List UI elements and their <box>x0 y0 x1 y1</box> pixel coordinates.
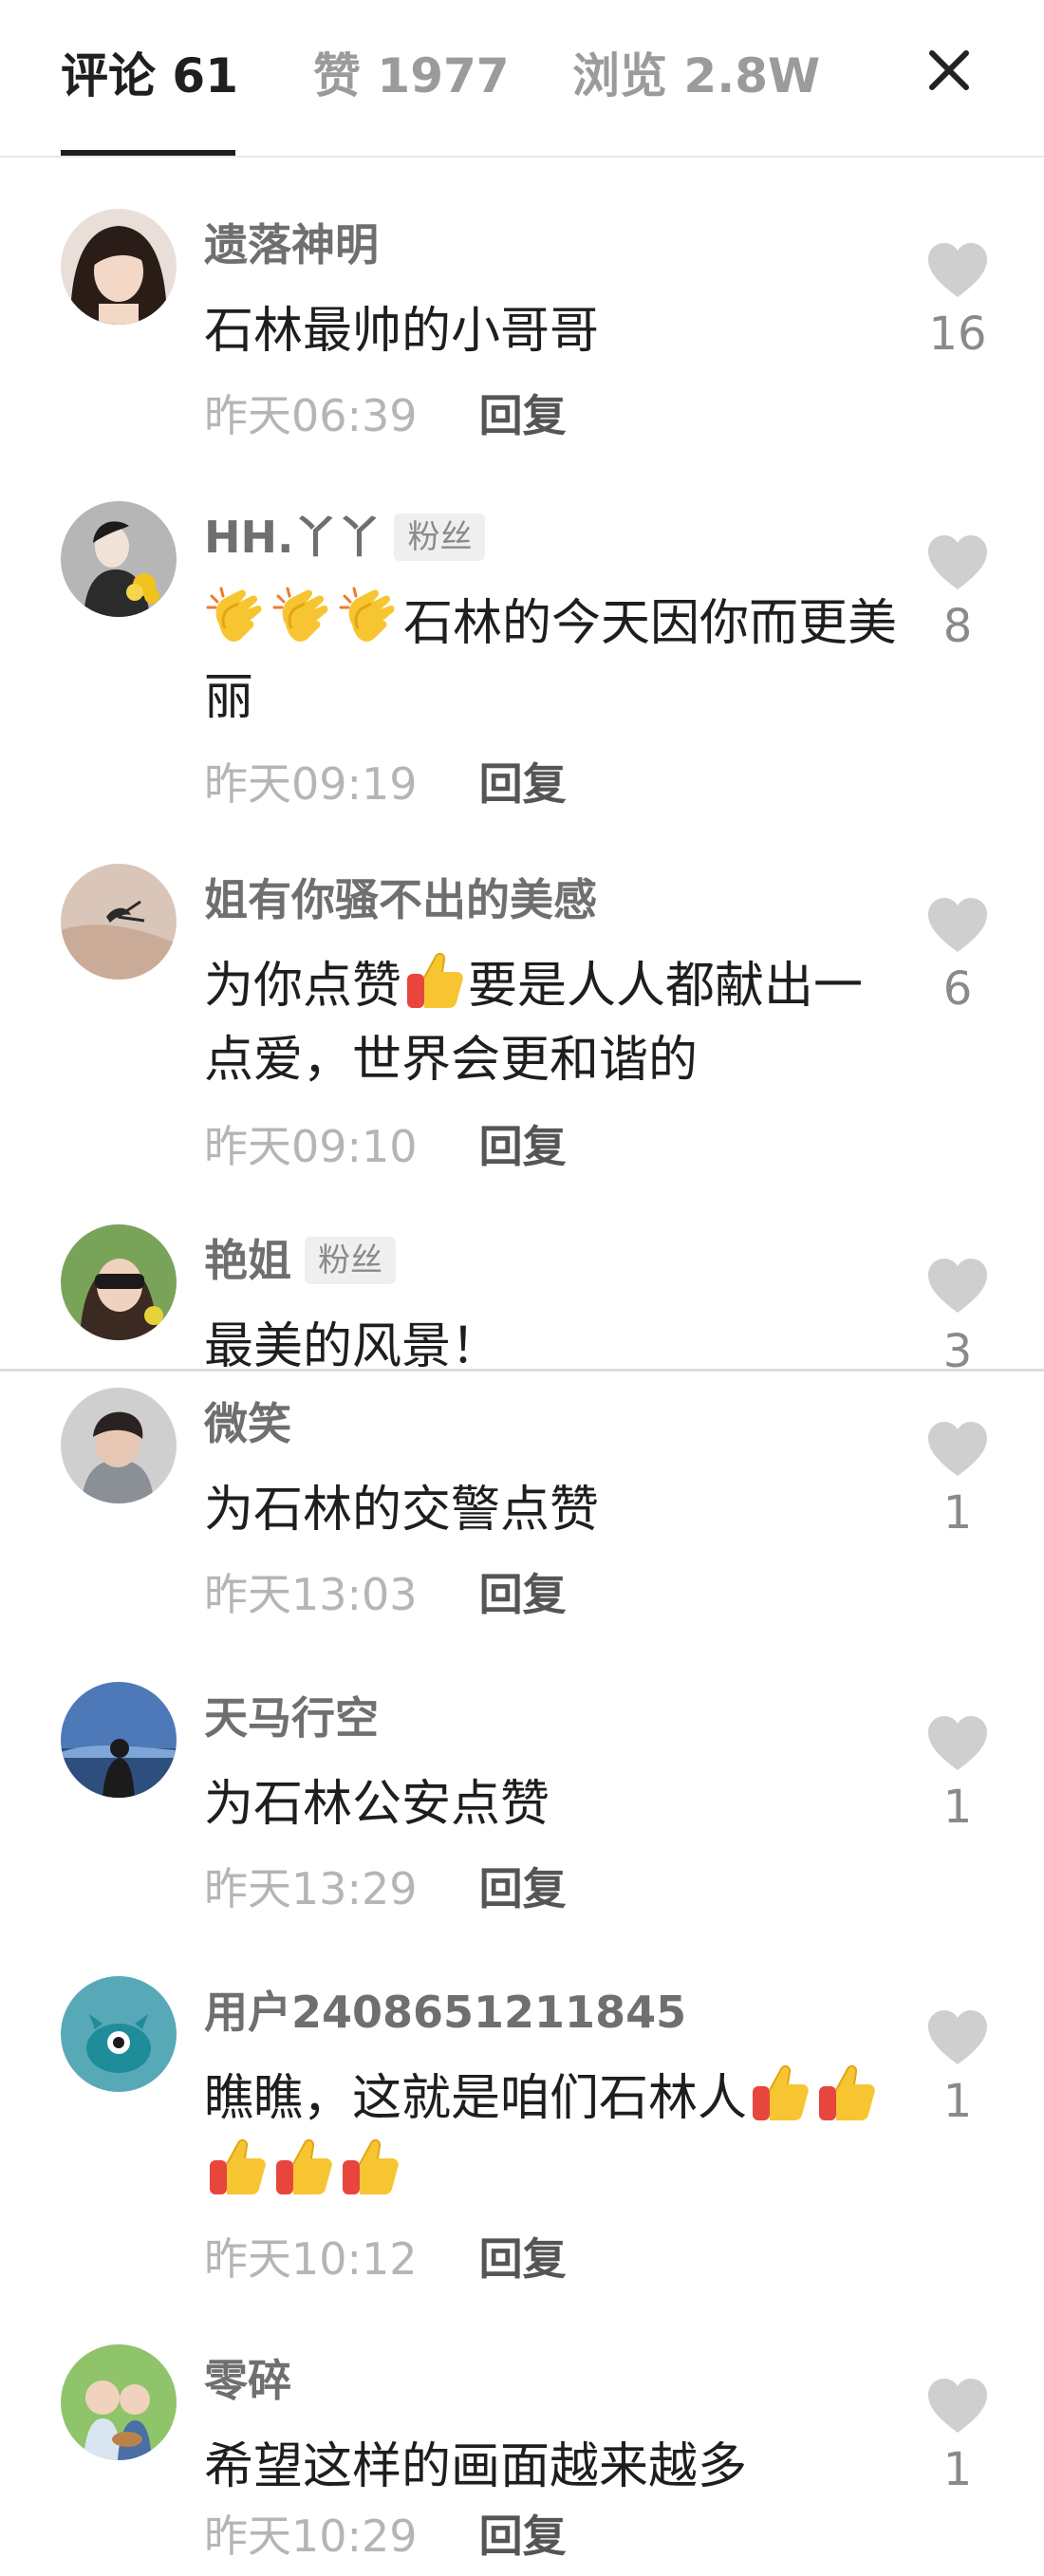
thumbs-up-icon <box>339 2136 401 2198</box>
comment-time: 昨天10:29 <box>204 2511 418 2562</box>
comment-text: 最美的风景！ <box>204 1318 501 1369</box>
tab-comments[interactable]: 评论 61 <box>61 46 238 106</box>
name-row: 微笑 <box>204 1395 291 1452</box>
comment-meta: 昨天09:10 回复 <box>204 1116 567 1177</box>
clapping-hands-icon <box>339 587 401 649</box>
like-count: 16 <box>928 308 987 361</box>
avatar[interactable] <box>61 2344 177 2460</box>
comment-tabs: 评论 61 赞 1977 浏览 2.8W <box>0 0 1044 158</box>
heart-icon[interactable] <box>926 1258 989 1315</box>
heart-icon[interactable] <box>926 1421 989 1478</box>
username[interactable]: 微笑 <box>204 1395 291 1452</box>
avatar[interactable] <box>61 864 177 980</box>
username[interactable]: 零碎 <box>204 2352 291 2409</box>
comment-text-body: 为你点赞 <box>204 958 402 1015</box>
heart-icon[interactable] <box>926 2009 989 2066</box>
active-tab-indicator <box>61 150 235 156</box>
comment-time: 昨天06:39 <box>204 390 418 441</box>
tab-likes[interactable]: 赞 1977 <box>313 46 510 106</box>
avatar[interactable] <box>61 209 177 325</box>
name-row: HH.丫丫 粉丝 <box>204 509 486 566</box>
comment-time: 昨天09:19 <box>204 758 418 810</box>
heart-icon[interactable] <box>926 242 989 299</box>
close-button[interactable] <box>919 40 979 101</box>
username[interactable]: 艳姐 <box>204 1232 291 1289</box>
clapping-hands-icon <box>206 587 269 649</box>
heart-icon[interactable] <box>926 1715 989 1772</box>
username[interactable]: HH.丫丫 <box>204 509 381 566</box>
name-row: 用户2408651211845 <box>204 1984 686 2041</box>
comment-meta: 昨天10:12 回复 <box>204 2229 567 2289</box>
comment-text: 希望这样的画面越来越多 <box>204 2438 748 2495</box>
comment-meta: 昨天13:03 回复 <box>204 1564 567 1625</box>
comment-meta: 昨天13:29 回复 <box>204 1858 567 1919</box>
comment-text: 为石林公安点赞 <box>204 1776 550 1833</box>
heart-icon[interactable] <box>926 2378 989 2435</box>
comment-text: 为石林的交警点赞 <box>204 1482 600 1539</box>
comment-time: 昨天13:03 <box>204 1569 418 1620</box>
reply-button[interactable]: 回复 <box>479 2506 567 2567</box>
reply-button[interactable]: 回复 <box>479 385 567 446</box>
name-row: 姐有你骚不出的美感 <box>204 871 597 928</box>
avatar[interactable] <box>61 1388 177 1503</box>
name-row: 天马行空 <box>204 1689 379 1746</box>
thumbs-up-icon <box>815 2062 878 2124</box>
comment-meta: 昨天09:19 回复 <box>204 754 567 814</box>
name-row: 艳姐 粉丝 <box>204 1232 396 1289</box>
like-count: 1 <box>942 2443 973 2496</box>
reply-button[interactable]: 回复 <box>479 1116 567 1177</box>
screenshot-seam-divider <box>0 1369 1044 1372</box>
avatar[interactable] <box>61 1976 177 2092</box>
like-count: 1 <box>942 1781 973 1834</box>
comment-text: 石林最帅的小哥哥 <box>204 303 600 360</box>
comment-meta: 昨天06:39 回复 <box>204 385 567 446</box>
comment-text: 瞧瞧，这就是咱们石林人 <box>204 2062 906 2210</box>
like-count: 1 <box>942 2075 973 2128</box>
avatar[interactable] <box>61 501 177 617</box>
tab-views[interactable]: 浏览 2.8W <box>572 46 820 106</box>
thumbs-up-icon <box>403 949 466 1012</box>
close-icon <box>929 50 969 90</box>
reply-button[interactable]: 回复 <box>479 1858 567 1919</box>
username[interactable]: 天马行空 <box>204 1689 379 1746</box>
comment-text-body: 瞧瞧，这就是咱们石林人 <box>204 2070 748 2127</box>
name-row: 遗落神明 <box>204 216 379 273</box>
comment-time: 昨天10:12 <box>204 2233 418 2285</box>
thumbs-up-icon <box>272 2136 335 2198</box>
username[interactable]: 遗落神明 <box>204 216 379 273</box>
avatar[interactable] <box>61 1682 177 1798</box>
avatar[interactable] <box>61 1224 177 1340</box>
heart-icon[interactable] <box>926 534 989 591</box>
like-count: 3 <box>942 1325 973 1369</box>
like-count: 8 <box>942 600 973 653</box>
username[interactable]: 用户2408651211845 <box>204 1984 686 2041</box>
clipped-comment-region: 艳姐 粉丝 最美的风景！ 3 <box>0 1224 1044 1369</box>
reply-button[interactable]: 回复 <box>479 2229 567 2289</box>
comment-text: 石林的今天因你而更美丽 <box>204 587 906 735</box>
like-count: 1 <box>942 1486 973 1540</box>
comment-meta: 昨天10:29 回复 <box>204 2506 567 2567</box>
comment-time: 昨天09:10 <box>204 1121 418 1172</box>
fan-badge: 粉丝 <box>394 513 486 561</box>
heart-icon[interactable] <box>926 897 989 954</box>
thumbs-up-icon <box>206 2136 269 2198</box>
reply-button[interactable]: 回复 <box>479 1564 567 1625</box>
name-row: 零碎 <box>204 2352 291 2409</box>
reply-button[interactable]: 回复 <box>479 754 567 814</box>
fan-badge: 粉丝 <box>305 1237 396 1284</box>
comment-text: 为你点赞 要是人人都献出一点爱，世界会更和谐的 <box>204 949 906 1097</box>
username[interactable]: 姐有你骚不出的美感 <box>204 871 597 928</box>
thumbs-up-icon <box>749 2062 811 2124</box>
clapping-hands-icon <box>272 587 335 649</box>
comment-time: 昨天13:29 <box>204 1863 418 1914</box>
like-count: 6 <box>942 962 973 1016</box>
